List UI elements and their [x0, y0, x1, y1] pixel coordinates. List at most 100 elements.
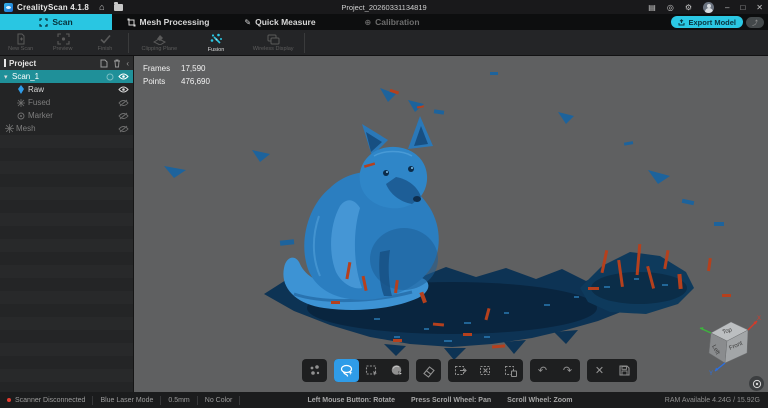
- points-value: 476,690: [181, 77, 210, 86]
- expand-caret-icon[interactable]: ▾: [4, 73, 12, 81]
- tree-item-scan1[interactable]: ▾ Scan_1: [0, 70, 133, 83]
- export-icon: [678, 18, 685, 25]
- tree-item-fused[interactable]: Fused: [0, 96, 133, 109]
- tab-scan[interactable]: Scan: [0, 14, 112, 30]
- preview-icon: [56, 33, 70, 45]
- laser-mode-status: Blue Laser Mode: [93, 395, 162, 405]
- eraser-tool-button[interactable]: [416, 359, 441, 382]
- disconnected-dot-icon: [7, 398, 11, 402]
- color-mode-status: No Color: [198, 395, 241, 405]
- toolbar-divider: [304, 32, 305, 53]
- header-accent-bar: [4, 59, 6, 67]
- project-panel-title: Project: [9, 58, 37, 68]
- lasso-select-tool-button[interactable]: [334, 359, 359, 382]
- ram-available: RAM Available 4.24G / 15.92G: [664, 396, 760, 404]
- finish-button[interactable]: Finish: [84, 31, 126, 55]
- delete-selection-button[interactable]: [473, 359, 498, 382]
- tab-quick-measure[interactable]: ✎ Quick Measure: [224, 14, 336, 30]
- frames-value: 17,590: [181, 64, 206, 73]
- tree-item-marker[interactable]: Marker: [0, 109, 133, 122]
- hint-rotate: Left Mouse Button: Rotate: [307, 396, 396, 404]
- new-scan-icon: [17, 33, 25, 45]
- wireless-display-button[interactable]: Wireless Display: [245, 31, 302, 55]
- finish-check-icon: [99, 34, 111, 44]
- fusion-button[interactable]: Fusion: [188, 31, 245, 55]
- edit-toolbar: ↶ ↷ ✕: [302, 359, 637, 382]
- delete-trash-icon[interactable]: [113, 59, 121, 68]
- minimize-button[interactable]: –: [725, 3, 729, 12]
- clear-selection-button[interactable]: [498, 359, 523, 382]
- visibility-eye-icon[interactable]: [118, 73, 129, 80]
- app-logo-icon: [4, 2, 13, 12]
- settings-gear-icon[interactable]: ⚙: [685, 3, 692, 12]
- hint-pan: Press Scroll Wheel: Pan: [411, 396, 492, 404]
- visibility-eye-icon[interactable]: [118, 86, 129, 93]
- accuracy-status: 0.5mm: [161, 395, 198, 405]
- redo-icon: ↷: [562, 365, 573, 377]
- main-area: Project ‹ ▾ Scan_1 Raw Fused Marker Mesh…: [0, 56, 768, 392]
- user-avatar[interactable]: [703, 1, 714, 13]
- isolated-points-tool-button[interactable]: [302, 359, 327, 382]
- raw-data-icon: [16, 85, 26, 94]
- visibility-off-icon[interactable]: [118, 99, 129, 107]
- maximize-button[interactable]: □: [740, 3, 745, 12]
- scan-frame-icon: [39, 17, 48, 27]
- new-item-icon[interactable]: [100, 59, 108, 68]
- frames-label: Frames: [143, 64, 171, 73]
- cancel-button[interactable]: ✕: [587, 359, 612, 382]
- mesh-icon: [4, 124, 14, 133]
- app-title: CrealityScan 4.1.8: [17, 2, 90, 12]
- wireless-display-icon: [267, 34, 280, 45]
- axis-y-label: Y: [709, 371, 713, 376]
- expand-selection-button[interactable]: [448, 359, 473, 382]
- fused-icon: [16, 98, 26, 107]
- fit-view-button[interactable]: [749, 376, 764, 391]
- preview-button[interactable]: Preview: [42, 31, 84, 55]
- title-bar: CrealityScan 4.1.8 ⌂ Project_20260331134…: [0, 0, 768, 14]
- cancel-x-icon: ✕: [594, 365, 605, 377]
- redo-button[interactable]: ↷: [555, 359, 580, 382]
- history-group: ↶ ↷: [530, 359, 580, 382]
- home-icon[interactable]: ⌂: [99, 0, 104, 14]
- selection-tools-group: [334, 359, 409, 382]
- fox-scan-model[interactable]: [134, 56, 768, 392]
- news-icon[interactable]: ▤: [648, 3, 656, 12]
- undo-icon: ↶: [537, 365, 548, 377]
- tab-mesh-processing[interactable]: Mesh Processing: [112, 14, 224, 30]
- undo-button[interactable]: ↶: [530, 359, 555, 382]
- lock-icon: [106, 73, 114, 80]
- pencil-icon: ✎: [244, 17, 252, 27]
- close-button[interactable]: ✕: [756, 3, 763, 12]
- hint-zoom: Scroll Wheel: Zoom: [507, 396, 573, 404]
- empty-tree-rows: [0, 135, 133, 392]
- confirm-group: ✕: [587, 359, 637, 382]
- mode-tab-bar: Scan Mesh Processing ✎ Quick Measure ⊕ C…: [0, 14, 768, 30]
- paint-select-tool-button[interactable]: [384, 359, 409, 382]
- viewport-3d[interactable]: Frames 17,590 Points 476,690 ↶ ↷ ✕ Top F…: [134, 56, 768, 392]
- visibility-off-icon[interactable]: [118, 112, 129, 120]
- rect-select-tool-button[interactable]: [359, 359, 384, 382]
- folder-icon[interactable]: [113, 1, 123, 11]
- support-headset-icon[interactable]: ◎: [667, 3, 674, 12]
- tab-calibration[interactable]: ⊕ Calibration: [336, 14, 448, 30]
- navigation-cube[interactable]: Top Front Left X Y: [697, 314, 763, 376]
- crealityscan-window: CrealityScan 4.1.8 ⌂ Project_20260331134…: [0, 0, 768, 408]
- clipping-plane-button[interactable]: Clipping Plane: [131, 31, 188, 55]
- axis-x-label: X: [757, 316, 761, 322]
- project-title: Project_20260331134819: [341, 2, 427, 12]
- fit-view-target-icon: [752, 379, 761, 388]
- collapse-panel-icon[interactable]: ‹: [126, 59, 129, 68]
- tree-item-raw[interactable]: Raw: [0, 83, 133, 96]
- points-label: Points: [143, 77, 166, 86]
- selection-action-group: [448, 359, 523, 382]
- save-button[interactable]: [612, 359, 637, 382]
- clipping-plane-icon: [153, 35, 166, 45]
- share-button[interactable]: ⤴: [746, 16, 764, 28]
- tree-item-mesh[interactable]: Mesh: [0, 122, 133, 135]
- mouse-hints: Left Mouse Button: Rotate Press Scroll W…: [308, 397, 573, 404]
- new-scan-button[interactable]: New Scan: [0, 31, 42, 55]
- project-panel: Project ‹ ▾ Scan_1 Raw Fused Marker Mesh: [0, 56, 134, 392]
- visibility-off-icon[interactable]: [118, 125, 129, 133]
- export-model-button[interactable]: Export Model: [671, 16, 743, 28]
- toolbar-divider: [128, 32, 129, 53]
